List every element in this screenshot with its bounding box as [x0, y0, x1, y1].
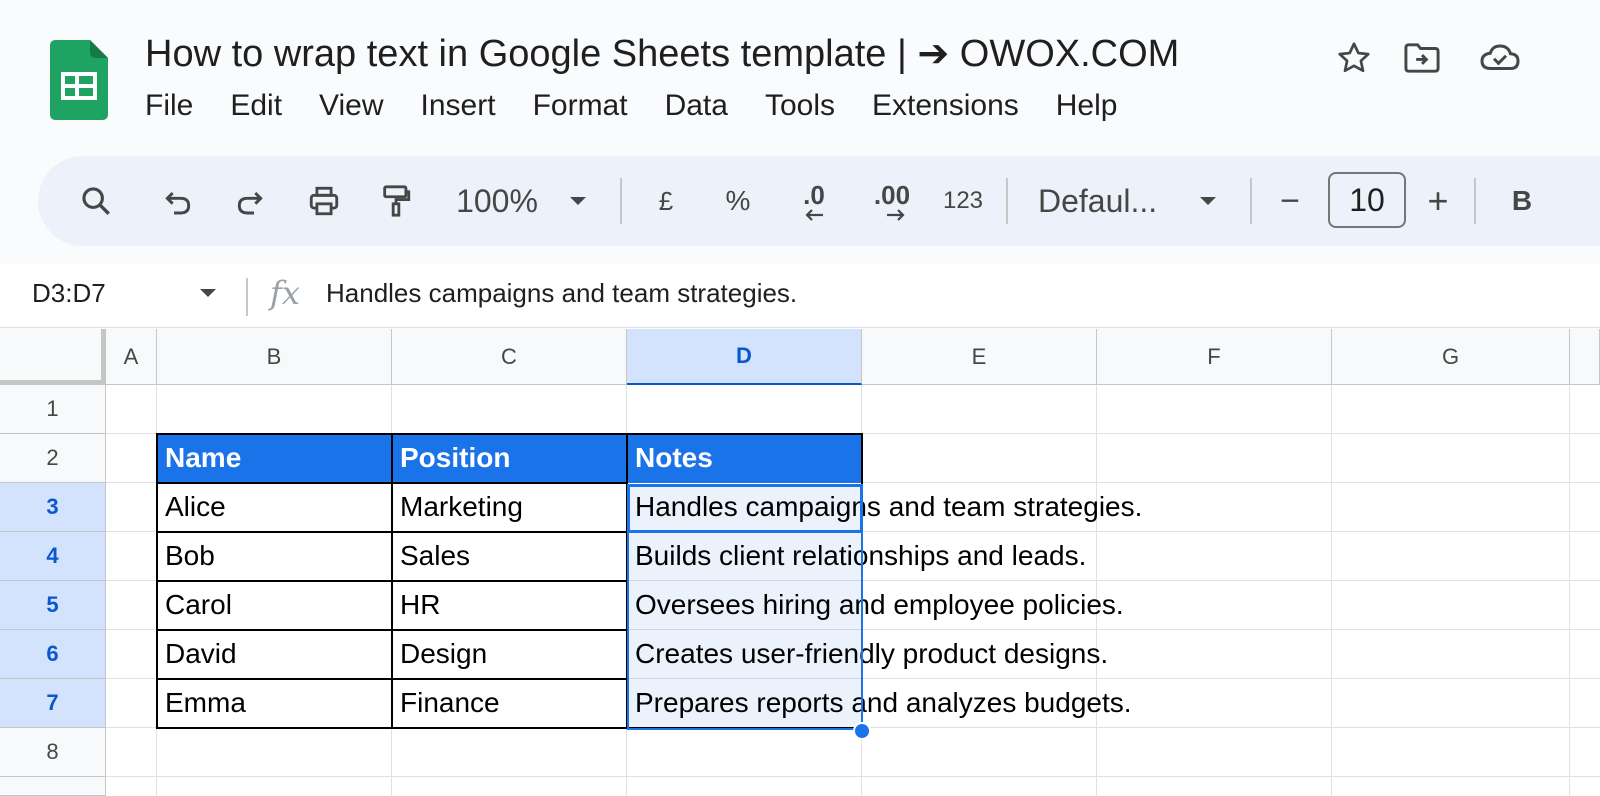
row-header-6[interactable]: 6 — [0, 630, 106, 679]
paint-roller-icon — [379, 183, 413, 219]
caret-down-icon — [568, 195, 588, 207]
formula-bar: D3:D7 fx Handles campaigns and team stra… — [0, 264, 1600, 328]
row-header-4[interactable]: 4 — [0, 532, 106, 581]
increase-decimal-button[interactable]: .00 — [860, 156, 924, 246]
fill-handle[interactable] — [853, 722, 871, 740]
menu-view[interactable]: View — [308, 84, 394, 128]
gridline — [1569, 385, 1570, 796]
name-box[interactable]: D3:D7 — [32, 278, 106, 309]
row-header-2[interactable]: 2 — [0, 434, 106, 483]
menu-tools[interactable]: Tools — [754, 84, 846, 128]
document-title[interactable]: How to wrap text in Google Sheets templa… — [145, 30, 1179, 78]
menu-bar: File Edit View Insert Format Data Tools … — [134, 84, 1143, 128]
toolbar-separator — [1006, 178, 1008, 224]
decrease-font-size-button[interactable]: − — [1270, 156, 1310, 246]
search-menus-button[interactable] — [68, 156, 124, 246]
search-icon — [79, 184, 113, 218]
row-header-9[interactable] — [0, 777, 106, 796]
cloud-saved-icon[interactable] — [1478, 36, 1522, 80]
minus-icon: − — [1280, 181, 1300, 220]
bold-button[interactable]: B — [1502, 156, 1542, 246]
toolbar: 100% £ % .0 .00 123 Defaul... − 10 + B — [38, 156, 1600, 246]
select-all-corner[interactable] — [0, 329, 106, 385]
menu-file[interactable]: File — [134, 84, 204, 128]
print-icon — [306, 184, 342, 218]
arrow-right-icon — [886, 208, 906, 222]
arrow-left-icon — [804, 208, 824, 222]
increase-font-size-button[interactable]: + — [1418, 156, 1458, 246]
fx-icon: fx — [270, 274, 300, 312]
row-header-8[interactable]: 8 — [0, 728, 106, 777]
table-border — [156, 678, 628, 680]
formula-input[interactable]: Handles campaigns and team strategies. — [326, 278, 797, 309]
currency-format-button[interactable]: £ — [642, 156, 690, 246]
menu-help[interactable]: Help — [1045, 84, 1129, 128]
paint-format-button[interactable] — [368, 156, 424, 246]
app-header: How to wrap text in Google Sheets templa… — [0, 0, 1600, 150]
row-header-3[interactable]: 3 — [0, 483, 106, 532]
move-to-folder-icon[interactable] — [1400, 36, 1444, 80]
bold-icon: B — [1511, 185, 1533, 216]
percent-format-button[interactable]: % — [714, 156, 762, 246]
gridline — [1331, 385, 1332, 796]
row-header-1[interactable]: 1 — [0, 385, 106, 434]
more-formats-button[interactable]: 123 — [936, 156, 990, 246]
active-cell-border — [627, 484, 863, 533]
column-header-a[interactable]: A — [106, 329, 157, 385]
redo-icon — [234, 185, 266, 217]
column-header-e[interactable]: E — [862, 329, 1097, 385]
column-header-c[interactable]: C — [392, 329, 627, 385]
font-name: Defaul... — [1038, 182, 1158, 219]
redo-button[interactable] — [222, 156, 278, 246]
column-header-h[interactable] — [1570, 329, 1600, 385]
sheets-logo-icon[interactable] — [50, 40, 108, 120]
spreadsheet-grid: A B C D E F G 1 2 3 4 5 6 7 8 Name Posit… — [0, 329, 1600, 796]
row-header-5[interactable]: 5 — [0, 581, 106, 630]
toolbar-separator — [620, 178, 622, 224]
font-size-input[interactable]: 10 — [1328, 172, 1406, 228]
increase-decimal-label: .00 — [873, 179, 911, 210]
print-button[interactable] — [296, 156, 352, 246]
undo-button[interactable] — [150, 156, 206, 246]
toolbar-separator — [1250, 178, 1252, 224]
table-border — [156, 580, 628, 582]
toolbar-separator — [1474, 178, 1476, 224]
table-border — [156, 629, 628, 631]
row-header-7[interactable]: 7 — [0, 679, 106, 728]
zoom-value: 100% — [456, 182, 538, 219]
caret-down-icon — [1198, 195, 1218, 207]
column-header-d[interactable]: D — [627, 329, 862, 385]
menu-format[interactable]: Format — [522, 84, 639, 128]
table-border — [156, 482, 628, 484]
menu-data[interactable]: Data — [654, 84, 739, 128]
decrease-decimal-label: .0 — [803, 179, 825, 210]
font-select[interactable]: Defaul... — [1038, 156, 1168, 246]
column-header-b[interactable]: B — [157, 329, 392, 385]
menu-extensions[interactable]: Extensions — [861, 84, 1030, 128]
menu-insert[interactable]: Insert — [410, 84, 507, 128]
star-icon[interactable] — [1332, 36, 1376, 80]
decrease-decimal-button[interactable]: .0 — [786, 156, 842, 246]
undo-icon — [162, 185, 194, 217]
percent-icon: % — [725, 185, 751, 216]
plus-icon: + — [1427, 180, 1449, 221]
table-border — [156, 531, 628, 533]
column-header-g[interactable]: G — [1332, 329, 1570, 385]
zoom-dropdown-arrow[interactable] — [562, 156, 594, 246]
gridline — [106, 776, 1600, 777]
pound-icon: £ — [658, 185, 674, 216]
zoom-select[interactable]: 100% — [442, 156, 552, 246]
menu-edit[interactable]: Edit — [219, 84, 293, 128]
formula-bar-separator — [246, 278, 248, 316]
column-header-f[interactable]: F — [1097, 329, 1332, 385]
font-dropdown-arrow[interactable] — [1192, 156, 1224, 246]
caret-down-icon[interactable] — [198, 286, 218, 304]
number-format-label: 123 — [942, 187, 984, 214]
